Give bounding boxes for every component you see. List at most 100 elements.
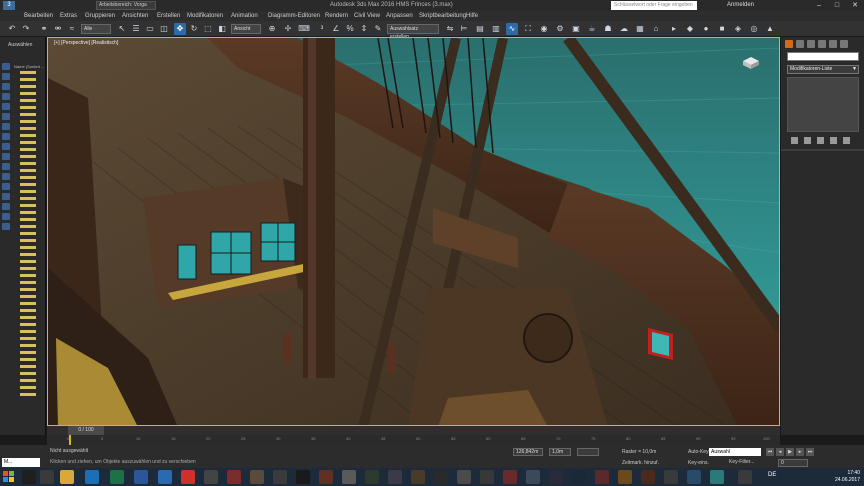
material-editor-icon[interactable]: ◉ (538, 23, 550, 35)
menu-animation[interactable]: Animation (231, 11, 258, 21)
list-item[interactable] (20, 260, 36, 263)
windows-start-icon[interactable] (3, 471, 15, 483)
render-icon[interactable]: ☕ (586, 23, 598, 35)
rectangle-selection-icon[interactable]: ▭ (144, 23, 156, 35)
lock-cell-icon[interactable] (2, 213, 10, 220)
motion-tab-icon[interactable] (818, 40, 826, 48)
taskbar-app-2-icon[interactable] (40, 470, 54, 484)
menu-bearbeiten[interactable]: Bearbeiten (24, 11, 53, 21)
list-item[interactable] (20, 218, 36, 221)
list-item[interactable] (20, 393, 36, 396)
graphite-toolbar-icon[interactable]: ▥ (490, 23, 502, 35)
list-item[interactable] (20, 190, 36, 193)
place-icon[interactable]: ◧ (216, 23, 228, 35)
add-time-tag[interactable]: Zeitmark. hinzuf. (622, 460, 659, 466)
play-icon[interactable]: ▶ (786, 448, 794, 456)
display-all-icon[interactable] (2, 183, 10, 190)
close-icon[interactable]: ✕ (848, 1, 862, 10)
mirror-icon[interactable]: ⇋ (444, 23, 456, 35)
perspective-viewport[interactable]: [+] [Perspective] [Realistisch] (47, 37, 780, 426)
create-tab-icon[interactable] (785, 40, 793, 48)
time-slider-track[interactable]: 0 / 100 (47, 426, 780, 435)
taskbar-app-15-icon[interactable] (342, 470, 356, 484)
autokey-button[interactable]: Auto-Key (688, 449, 709, 455)
object-name-field[interactable] (787, 52, 859, 61)
modifier-stack[interactable] (787, 77, 859, 132)
environment-icon[interactable]: ⌂ (650, 23, 662, 35)
extra-tool-2-icon[interactable]: ◆ (684, 23, 696, 35)
extra-tool-4-icon[interactable]: ■ (716, 23, 728, 35)
list-item[interactable] (20, 141, 36, 144)
list-item[interactable] (20, 288, 36, 291)
menu-modifikatoren[interactable]: Modifikatoren (187, 11, 223, 21)
list-item[interactable] (20, 351, 36, 354)
y-coordinate-field[interactable]: 1,0m (549, 448, 571, 456)
filter-helpers-icon[interactable] (2, 103, 10, 110)
list-item[interactable] (20, 246, 36, 249)
filter-hidden-icon[interactable] (2, 173, 10, 180)
undo-icon[interactable]: ↶ (6, 23, 18, 35)
extra-tool-7-icon[interactable]: ▲ (764, 23, 776, 35)
render-iterative-icon[interactable]: ☗ (602, 23, 614, 35)
list-item[interactable] (20, 148, 36, 151)
list-item[interactable] (20, 253, 36, 256)
taskbar-app-9-icon[interactable] (204, 470, 218, 484)
list-item[interactable] (20, 295, 36, 298)
modify-tab-icon[interactable] (796, 40, 804, 48)
extra-tool-3-icon[interactable]: ● (700, 23, 712, 35)
rotate-icon[interactable]: ↻ (188, 23, 200, 35)
filter-containers-icon[interactable] (2, 153, 10, 160)
word-icon[interactable] (134, 470, 148, 484)
list-item[interactable] (20, 232, 36, 235)
filter-lights-icon[interactable] (2, 83, 10, 90)
maximize-icon[interactable]: □ (830, 1, 844, 10)
taskbar-app-21-icon[interactable] (480, 470, 494, 484)
schematic-view-icon[interactable]: ⛶ (522, 23, 534, 35)
menu-gruppieren[interactable]: Gruppieren (85, 11, 115, 21)
unlink-icon[interactable]: ⚮ (52, 23, 64, 35)
pivot-center-icon[interactable]: ⊕ (266, 23, 278, 35)
remove-modifier-icon[interactable] (830, 137, 837, 144)
login-link[interactable]: Anmelden (727, 0, 754, 11)
move-icon[interactable]: ✥ (174, 23, 186, 35)
hierarchy-tab-icon[interactable] (807, 40, 815, 48)
sync-selection-icon[interactable] (2, 223, 10, 230)
next-frame-icon[interactable]: ▸ (796, 448, 804, 456)
taskbar-app-10-icon[interactable] (227, 470, 241, 484)
select-by-name-icon[interactable]: ☰ (130, 23, 142, 35)
show-end-result-icon[interactable] (804, 137, 811, 144)
select-object-icon[interactable]: ↖ (116, 23, 128, 35)
menu-anpassen[interactable]: Anpassen (386, 11, 413, 21)
taskbar-app-20-icon[interactable] (457, 470, 471, 484)
edit-named-sets-icon[interactable]: ✎ (372, 23, 384, 35)
link-icon[interactable]: ⚭ (38, 23, 50, 35)
list-item[interactable] (20, 225, 36, 228)
filter-shapes-icon[interactable] (2, 73, 10, 80)
redo-icon[interactable]: ↷ (20, 23, 32, 35)
list-item[interactable] (20, 127, 36, 130)
modifier-list-dropdown[interactable]: Modifikatoren-Liste ▼ (787, 65, 859, 74)
maxscript-listener[interactable]: M... (2, 458, 40, 467)
go-to-end-icon[interactable]: ⏭ (806, 448, 814, 456)
taskbar-app-14-icon[interactable] (319, 470, 333, 484)
go-to-start-icon[interactable]: ⏮ (766, 448, 774, 456)
list-item[interactable] (20, 211, 36, 214)
list-item[interactable] (20, 316, 36, 319)
list-item[interactable] (20, 71, 36, 74)
named-selection-select[interactable]: Auswahlsatz erstellen (387, 24, 439, 40)
taskbar-app-16-icon[interactable] (365, 470, 379, 484)
extra-tool-1-icon[interactable]: ▸ (668, 23, 680, 35)
menu-rendern[interactable]: Rendern (325, 11, 348, 21)
reference-coord-select[interactable]: Ansicht (231, 24, 261, 34)
filter-geometry-icon[interactable] (2, 63, 10, 70)
list-item[interactable] (20, 386, 36, 389)
language-indicator[interactable]: DE (768, 472, 776, 478)
autokey-selection-select[interactable]: Auswahl (709, 448, 761, 456)
3ds-max-taskbar-icon[interactable] (710, 470, 724, 484)
time-slider[interactable]: 0 / 100 (68, 426, 104, 435)
filter-cameras-icon[interactable] (2, 93, 10, 100)
a360-gallery-icon[interactable]: ▦ (634, 23, 646, 35)
key-filter-button[interactable]: Key-Filter... (729, 459, 754, 465)
list-item[interactable] (20, 183, 36, 186)
list-item[interactable] (20, 134, 36, 137)
